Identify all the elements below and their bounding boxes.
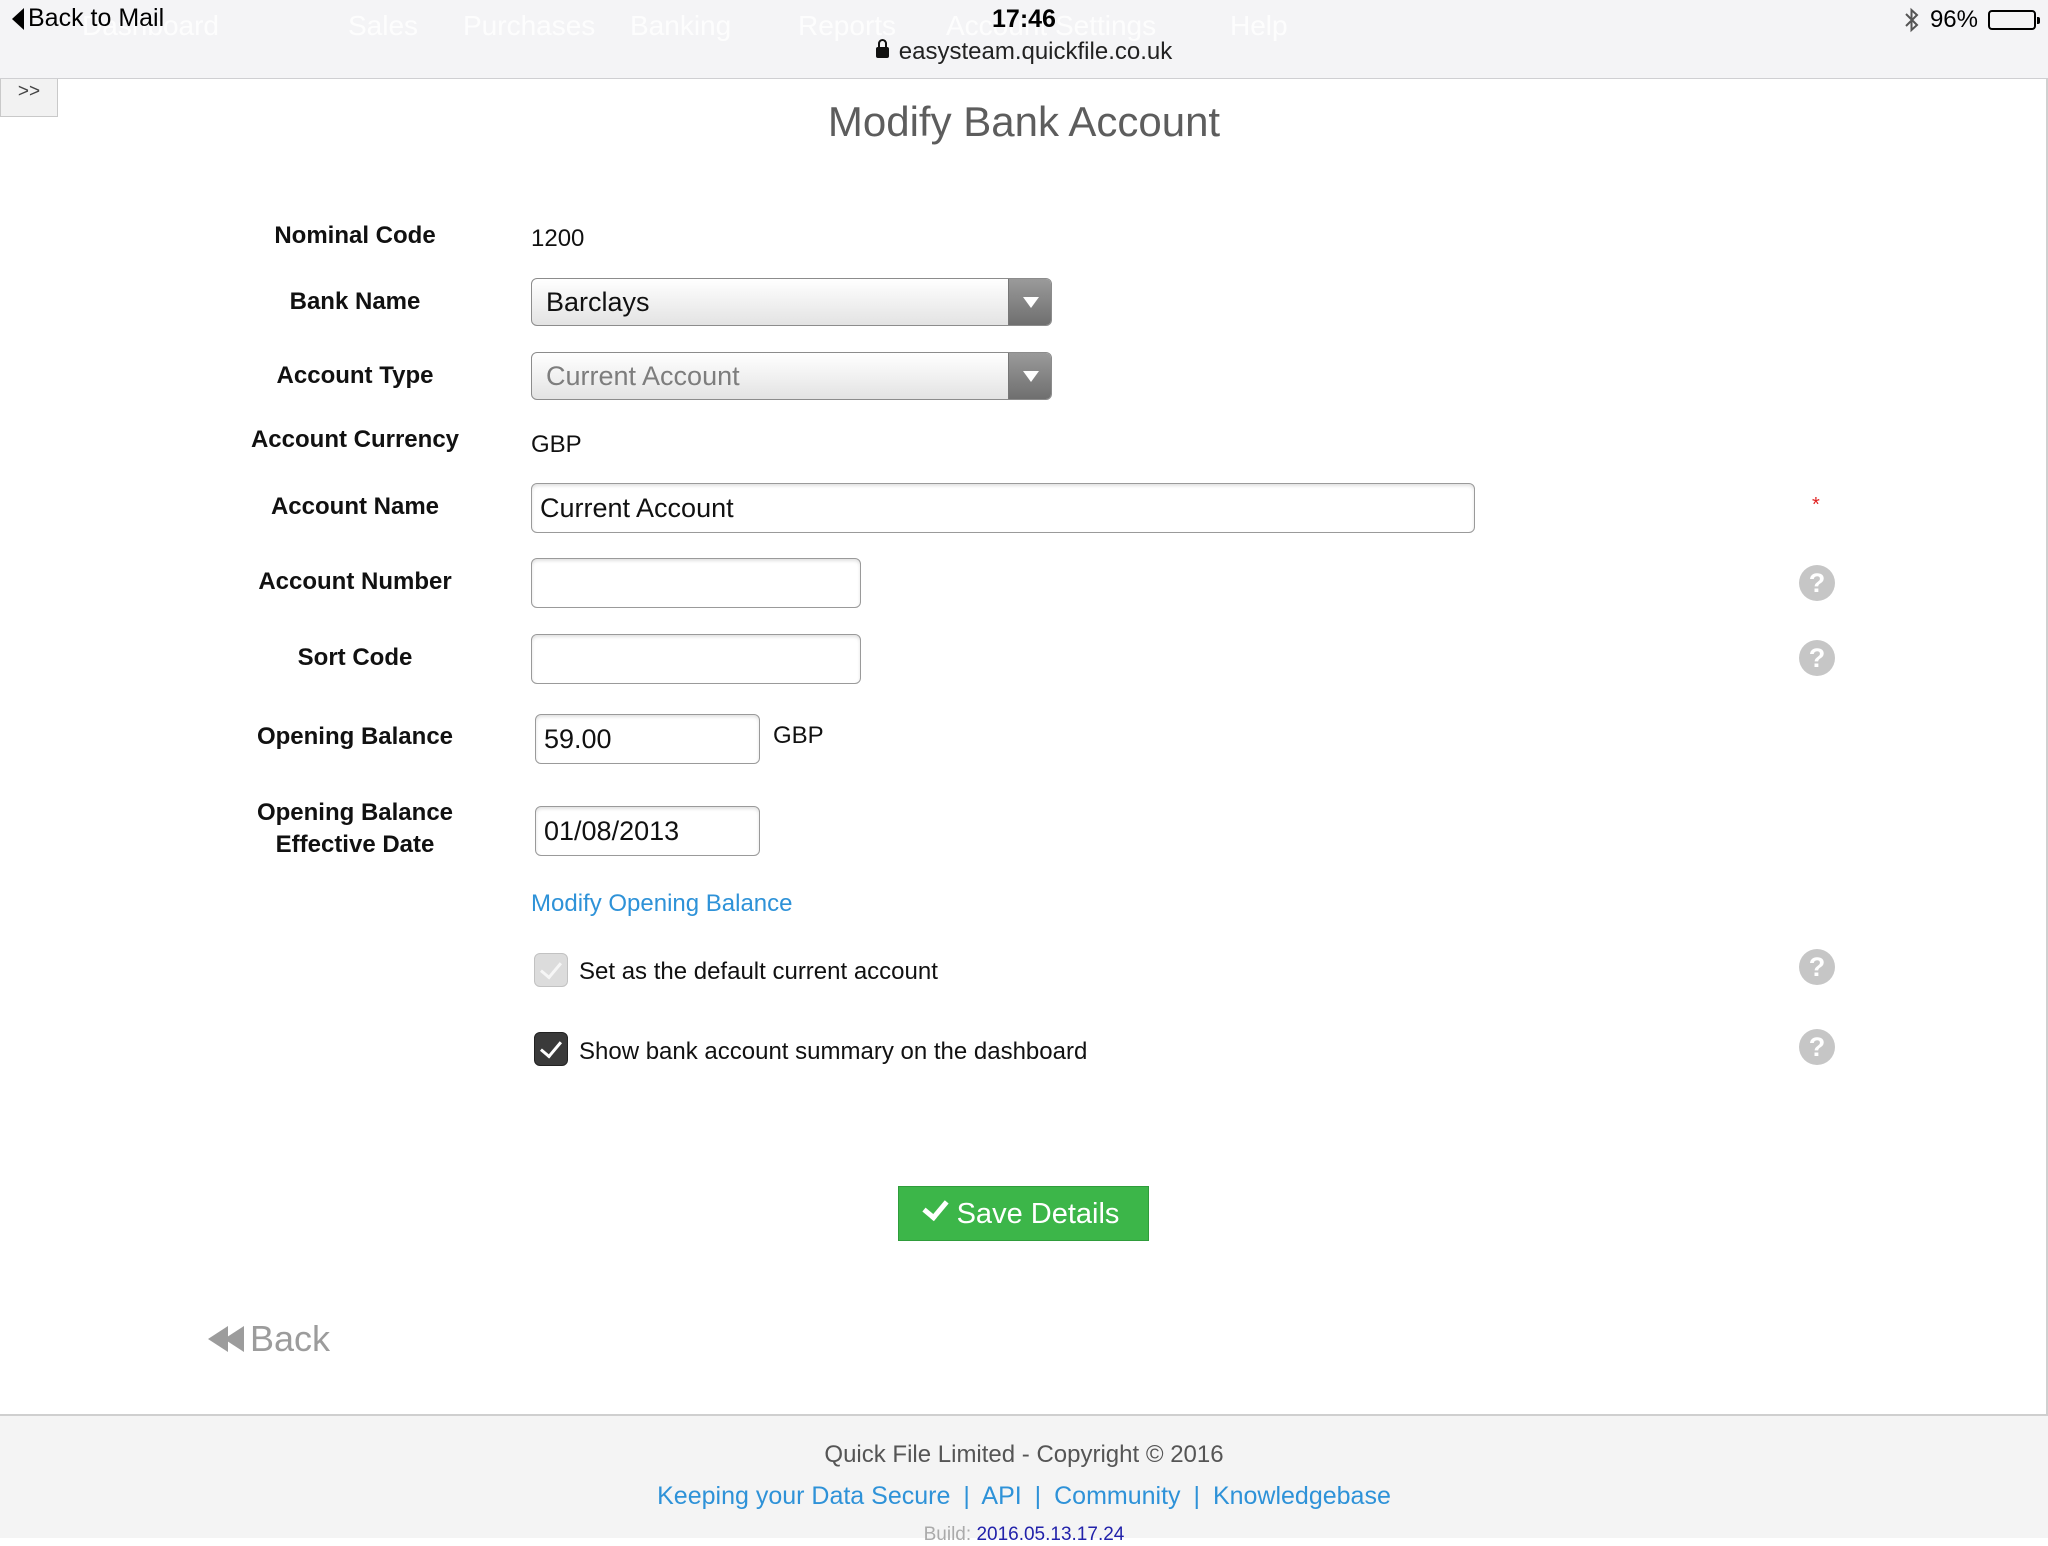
nominal-code-value: 1200 xyxy=(531,225,585,252)
show-summary-checkbox[interactable] xyxy=(534,1032,568,1066)
account-currency-label: Account Currency xyxy=(250,426,460,453)
account-type-label: Account Type xyxy=(276,362,434,389)
show-summary-label: Show bank account summary on the dashboa… xyxy=(579,1038,1088,1065)
help-icon[interactable]: ? xyxy=(1799,1029,1835,1065)
footer-separator: | xyxy=(1034,1482,1042,1510)
default-account-checkbox[interactable] xyxy=(534,953,568,987)
modify-opening-balance-link[interactable]: Modify Opening Balance xyxy=(531,890,793,918)
footer-links: Keeping your Data Secure | API | Communi… xyxy=(0,1482,2048,1511)
opening-balance-currency: GBP xyxy=(773,722,824,749)
url-text: easysteam.quickfile.co.uk xyxy=(898,38,1173,65)
opening-balance-date-label: Opening Balance Effective Date xyxy=(225,797,485,861)
footer-separator: | xyxy=(1193,1482,1200,1510)
help-icon[interactable]: ? xyxy=(1799,640,1835,676)
footer: Quick File Limited - Copyright © 2016 Ke… xyxy=(0,1414,2048,1545)
opening-balance-input[interactable]: 59.00 xyxy=(535,714,760,764)
checkmark-icon xyxy=(921,1193,949,1222)
clock: 17:46 xyxy=(992,5,1056,33)
lock-icon xyxy=(875,39,889,58)
opening-balance-date-input[interactable]: 01/08/2013 xyxy=(535,806,760,856)
required-marker: * xyxy=(1812,494,1820,516)
address-bar[interactable]: easysteam.quickfile.co.uk xyxy=(0,38,2048,66)
footer-separator: | xyxy=(963,1482,970,1510)
save-details-label: Save Details xyxy=(956,1198,1120,1230)
dropdown-arrow-icon xyxy=(1008,353,1051,399)
bank-name-label: Bank Name xyxy=(289,288,421,315)
build-info: Build: 2016.05.13.17.24 xyxy=(0,1524,2048,1546)
page-title: Modify Bank Account xyxy=(827,98,1221,145)
copyright-text: Quick File Limited - Copyright © 2016 xyxy=(824,1441,1224,1468)
rewind-arrows-icon xyxy=(208,1326,244,1352)
bank-name-selected: Barclays xyxy=(546,287,650,317)
back-label: Back xyxy=(250,1318,331,1359)
sort-code-label: Sort Code xyxy=(297,644,413,671)
footer-link-data-secure[interactable]: Keeping your Data Secure xyxy=(657,1482,950,1510)
status-bar: Dashboard Sales Purchases Banking Report… xyxy=(0,0,2048,79)
default-account-label: Set as the default current account xyxy=(579,958,938,985)
help-icon[interactable]: ? xyxy=(1799,565,1835,601)
account-currency-value: GBP xyxy=(531,431,582,458)
back-link[interactable]: Back xyxy=(208,1318,330,1360)
help-icon[interactable]: ? xyxy=(1799,949,1835,985)
account-name-input[interactable]: Current Account xyxy=(531,483,1475,533)
status-indicators: 96% xyxy=(1904,6,2040,34)
build-version: 2016.05.13.17.24 xyxy=(976,1524,1125,1545)
battery-percentage: 96% xyxy=(1929,6,1978,33)
battery-icon xyxy=(1988,10,2040,30)
build-label: Build: xyxy=(923,1524,972,1545)
footer-link-community[interactable]: Community xyxy=(1054,1482,1180,1510)
account-type-select[interactable]: Current Account xyxy=(531,352,1052,400)
bank-name-select[interactable]: Barclays xyxy=(531,278,1052,326)
opening-balance-date-label-line2: Effective Date xyxy=(275,831,435,858)
opening-balance-date-label-line1: Opening Balance xyxy=(256,799,454,826)
save-details-button[interactable]: Save Details xyxy=(898,1186,1149,1241)
opening-balance-label: Opening Balance xyxy=(256,723,454,750)
account-type-selected: Current Account xyxy=(546,361,740,391)
bluetooth-icon xyxy=(1905,7,1919,33)
account-number-input[interactable] xyxy=(531,558,861,608)
account-number-label: Account Number xyxy=(258,568,452,595)
dropdown-arrow-icon xyxy=(1008,279,1051,325)
footer-link-api[interactable]: API xyxy=(981,1482,1021,1510)
checkmark-icon xyxy=(539,956,563,980)
sort-code-input[interactable] xyxy=(531,634,861,684)
nominal-code-label: Nominal Code xyxy=(274,222,436,249)
footer-link-knowledgebase[interactable]: Knowledgebase xyxy=(1213,1482,1391,1510)
checkmark-icon xyxy=(539,1035,563,1059)
account-name-label: Account Name xyxy=(270,493,440,520)
